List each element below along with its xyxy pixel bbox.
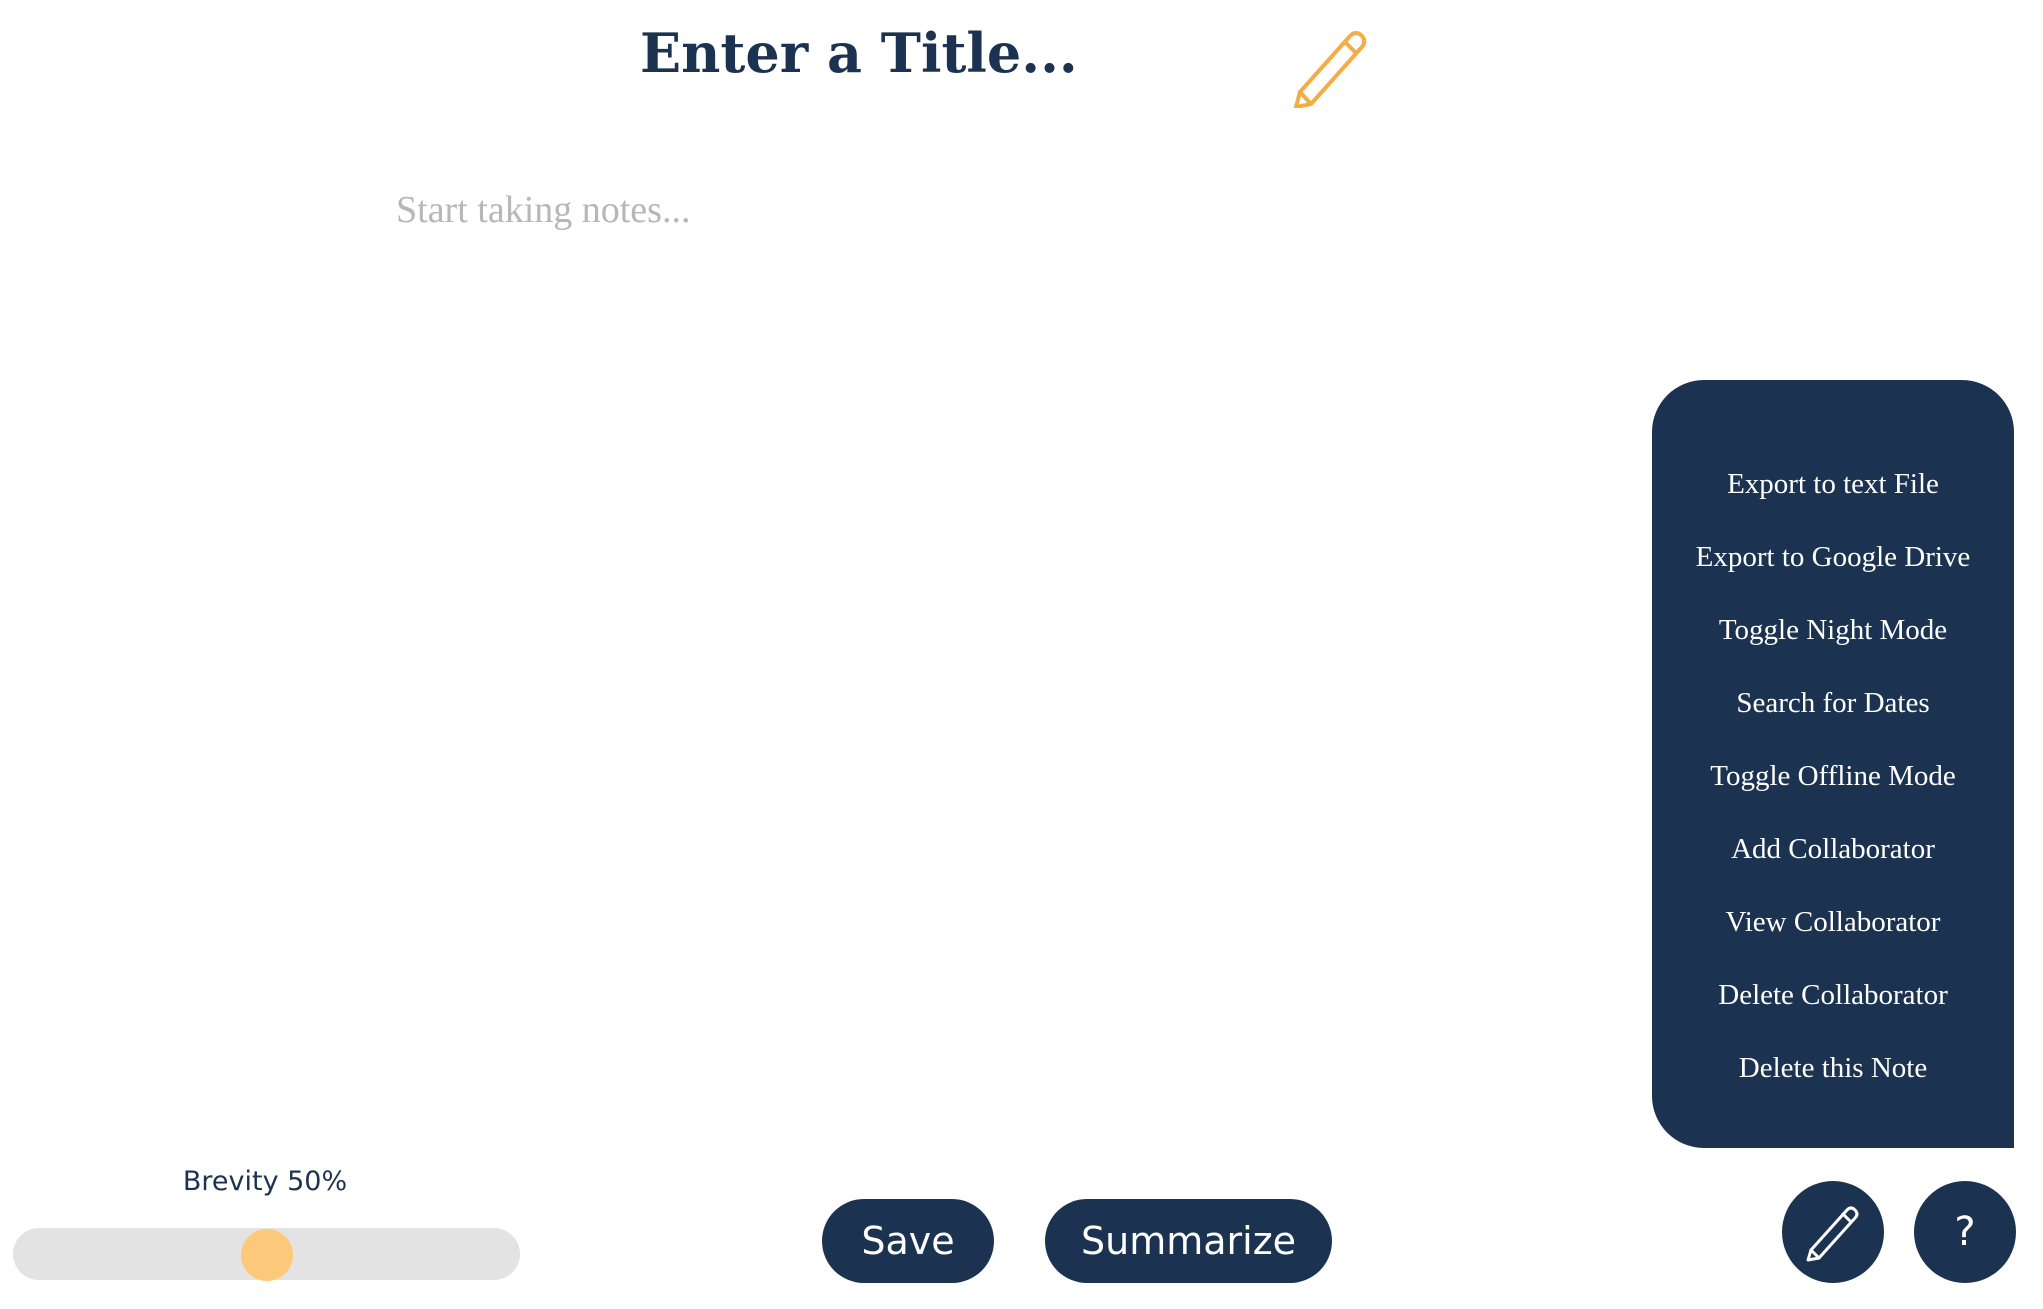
menu-item-toggle-offline-mode[interactable]: Toggle Offline Mode bbox=[1652, 740, 2014, 813]
menu-item-toggle-night-mode[interactable]: Toggle Night Mode bbox=[1652, 594, 2014, 667]
summarize-button[interactable]: Summarize bbox=[1045, 1199, 1332, 1283]
menu-item-search-dates[interactable]: Search for Dates bbox=[1652, 667, 2014, 740]
options-menu: Export to text File Export to Google Dri… bbox=[1652, 380, 2014, 1148]
menu-item-export-text-file[interactable]: Export to text File bbox=[1652, 448, 2014, 521]
pencil-icon bbox=[1294, 31, 1367, 109]
title-edit-pencil-icon[interactable] bbox=[1290, 24, 1370, 109]
help-button[interactable]: ? bbox=[1914, 1181, 2016, 1283]
brevity-slider-thumb[interactable] bbox=[240, 1229, 293, 1281]
menu-item-add-collaborator[interactable]: Add Collaborator bbox=[1652, 813, 2014, 886]
note-title[interactable]: Enter a Title... bbox=[640, 8, 1078, 98]
pencil-icon bbox=[1806, 1206, 1859, 1262]
save-button[interactable]: Save bbox=[822, 1199, 994, 1283]
menu-item-delete-note[interactable]: Delete this Note bbox=[1652, 1032, 2014, 1105]
help-icon: ? bbox=[1954, 1209, 1976, 1255]
menu-item-view-collaborator[interactable]: View Collaborator bbox=[1652, 886, 2014, 959]
edit-button[interactable] bbox=[1782, 1181, 1884, 1283]
menu-item-export-google-drive[interactable]: Export to Google Drive bbox=[1652, 521, 2014, 594]
menu-item-delete-collaborator[interactable]: Delete Collaborator bbox=[1652, 959, 2014, 1032]
note-body-editor[interactable]: Start taking notes... bbox=[396, 180, 1596, 240]
brevity-label: Brevity 50% bbox=[182, 1166, 348, 1197]
